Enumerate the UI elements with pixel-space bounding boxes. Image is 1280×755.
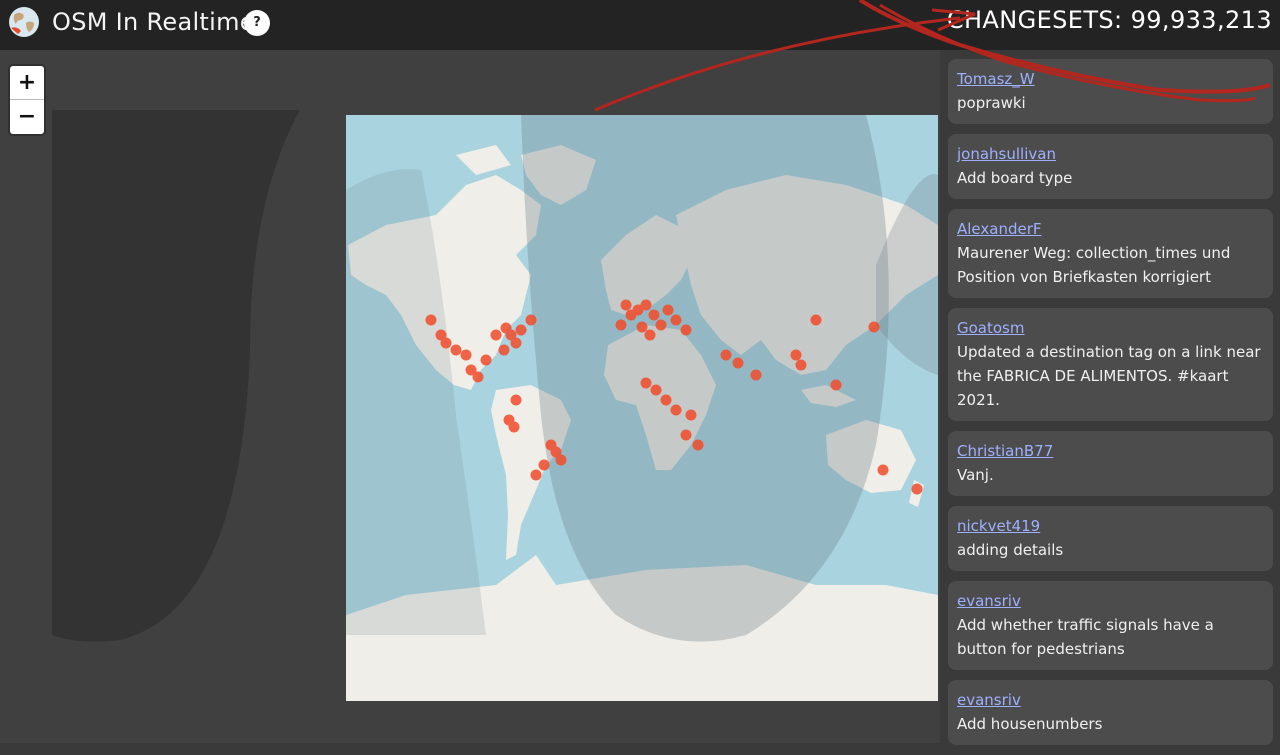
changeset-marker — [810, 314, 822, 326]
changeset-marker — [670, 314, 682, 326]
changeset-marker — [498, 344, 510, 356]
changeset-marker — [655, 319, 667, 331]
changeset-marker — [662, 304, 674, 316]
globe-logo-icon — [9, 7, 39, 37]
changeset-marker — [790, 349, 802, 361]
feed-item-message: Add board type — [957, 169, 1073, 187]
changeset-marker — [440, 337, 452, 349]
feed-item-user[interactable]: AlexanderF — [957, 217, 1264, 241]
changeset-marker — [877, 464, 889, 476]
feed-item-user[interactable]: Tomasz_W — [957, 67, 1264, 91]
changeset-marker — [472, 371, 484, 383]
changeset-marker — [480, 354, 492, 366]
changeset-marker — [460, 349, 472, 361]
changeset-marker — [515, 324, 527, 336]
changeset-marker — [510, 394, 522, 406]
changeset-marker — [525, 314, 537, 326]
changeset-marker — [660, 394, 672, 406]
changeset-marker — [750, 369, 762, 381]
feed-item-message: Add whether traffic signals have a butto… — [957, 616, 1214, 658]
changeset-marker — [555, 454, 567, 466]
feed-item-message: Maurener Weg: collection_times und Posit… — [957, 244, 1231, 286]
changeset-marker — [640, 377, 652, 389]
changeset-marker — [685, 409, 697, 421]
changeset-marker — [538, 459, 550, 471]
changeset-marker — [615, 319, 627, 331]
changeset-marker — [692, 439, 704, 451]
feed-item: Tomasz_W poprawki — [948, 59, 1273, 124]
feed-item: AlexanderF Maurener Weg: collection_time… — [948, 209, 1273, 298]
changeset-marker — [680, 429, 692, 441]
feed-item: ChristianB77 Vanj. — [948, 431, 1273, 496]
changeset-feed: Tomasz_W poprawki jonahsullivan Add boar… — [948, 59, 1273, 755]
feed-item-user[interactable]: Goatosm — [957, 316, 1264, 340]
feed-item-message: adding details — [957, 541, 1064, 559]
changeset-marker — [670, 404, 682, 416]
feed-item-user[interactable]: jonahsullivan — [957, 142, 1264, 166]
feed-item: jonahsullivan Add board type — [948, 134, 1273, 199]
feed-item-user[interactable]: evansriv — [957, 589, 1264, 613]
zoom-out-button[interactable]: − — [10, 100, 44, 133]
changeset-marker — [636, 321, 648, 333]
changeset-marker — [648, 309, 660, 321]
changeset-marker — [640, 299, 652, 311]
feed-item: evansriv Add whether traffic signals hav… — [948, 581, 1273, 670]
feed-item-message: Add housenumbers — [957, 715, 1103, 733]
changeset-marker — [732, 357, 744, 369]
top-bar: OSM In Realtime ? CHANGESETS: 99,933,213 — [0, 0, 1280, 50]
changeset-marker — [795, 359, 807, 371]
changeset-marker — [911, 483, 923, 495]
changeset-marker — [510, 337, 522, 349]
feed-item-user[interactable]: ChristianB77 — [957, 439, 1264, 463]
changeset-marker — [720, 349, 732, 361]
changeset-marker — [650, 384, 662, 396]
changeset-marker — [490, 329, 502, 341]
changeset-marker — [830, 379, 842, 391]
feed-item-message: poprawki — [957, 94, 1026, 112]
world-map[interactable] — [346, 115, 938, 701]
feed-item: evansriv Add housenumbers — [948, 680, 1273, 745]
feed-item-message: Updated a destination tag on a link near… — [957, 343, 1261, 409]
changeset-marker — [450, 344, 462, 356]
feed-item: Goatosm Updated a destination tag on a l… — [948, 308, 1273, 421]
zoom-control: + − — [10, 66, 44, 134]
changeset-marker — [680, 324, 692, 336]
changeset-marker — [620, 299, 632, 311]
app-title: OSM In Realtime — [52, 8, 255, 36]
zoom-in-button[interactable]: + — [10, 66, 44, 100]
feed-item-user[interactable]: nickvet419 — [957, 514, 1264, 538]
feed-item-user[interactable]: evansriv — [957, 688, 1264, 712]
help-icon[interactable]: ? — [244, 10, 270, 36]
changeset-marker — [868, 321, 880, 333]
changeset-marker — [425, 314, 437, 326]
changeset-marker — [644, 329, 656, 341]
feed-item-message: Vanj. — [957, 466, 994, 484]
changeset-marker — [508, 421, 520, 433]
feed-item: nickvet419 adding details — [948, 506, 1273, 571]
changeset-marker — [530, 469, 542, 481]
changesets-counter: CHANGESETS: 99,933,213 — [946, 6, 1272, 34]
